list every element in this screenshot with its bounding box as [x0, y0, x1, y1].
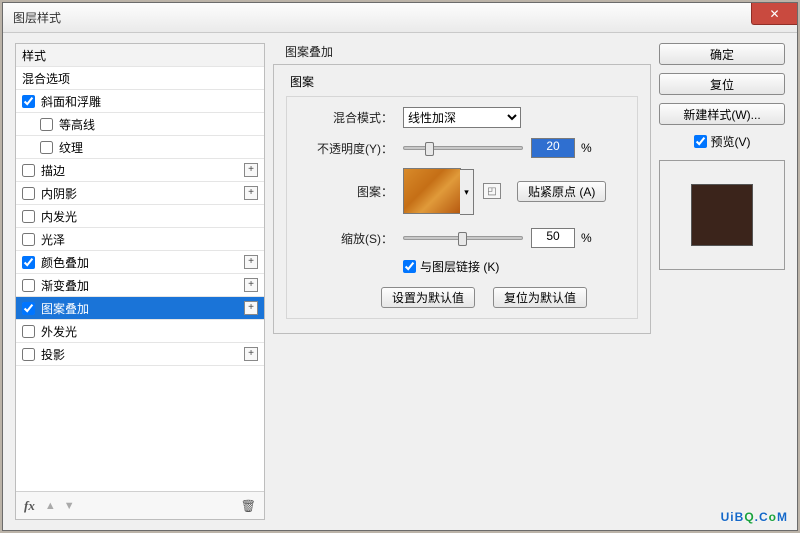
default-buttons-row: 设置为默认值 复位为默认值 — [381, 287, 623, 308]
scale-input[interactable]: 50 — [531, 228, 575, 248]
preview-swatch — [691, 184, 753, 246]
opacity-slider-thumb[interactable] — [425, 142, 434, 156]
dialog-window: 图层样式 ✕ 样式 混合选项 斜面和浮雕 等高线 — [2, 2, 798, 531]
blend-mode-label: 混合模式： — [301, 109, 393, 126]
close-button[interactable]: ✕ — [751, 3, 797, 25]
style-stroke-checkbox[interactable] — [22, 164, 35, 177]
pattern-settings: 混合模式： 线性加深 不透明度(Y)： 20 % — [286, 96, 638, 319]
opacity-slider[interactable] — [403, 146, 523, 150]
styles-footer: fx ▲ ▼ 🗑 — [16, 491, 264, 519]
pattern-overlay-panel: 图案 混合模式： 线性加深 不透明度(Y)： 20 % — [273, 64, 651, 334]
close-icon: ✕ — [769, 7, 779, 21]
scale-slider[interactable] — [403, 236, 523, 240]
styles-sidebar: 样式 混合选项 斜面和浮雕 等高线 纹理 — [15, 43, 265, 520]
ok-button[interactable]: 确定 — [659, 43, 785, 65]
watermark: UiBQ.CoM — [721, 501, 788, 527]
style-contour[interactable]: 等高线 — [16, 113, 264, 136]
opacity-unit: % — [581, 141, 592, 155]
style-bevel[interactable]: 斜面和浮雕 — [16, 90, 264, 113]
add-color-overlay-icon[interactable]: + — [244, 255, 258, 269]
preview-checkbox[interactable] — [694, 135, 707, 148]
preview-row: 预览(V) — [659, 133, 785, 150]
titlebar[interactable]: 图层样式 ✕ — [3, 3, 797, 33]
settings-panel: 图案叠加 图案 混合模式： 线性加深 不透明度(Y)： — [265, 33, 659, 530]
style-texture-checkbox[interactable] — [40, 141, 53, 154]
set-default-button[interactable]: 设置为默认值 — [381, 287, 475, 308]
right-panel: 确定 复位 新建样式(W)... 预览(V) — [659, 33, 797, 530]
add-stroke-icon[interactable]: + — [244, 163, 258, 177]
add-inner-shadow-icon[interactable]: + — [244, 186, 258, 200]
new-style-button[interactable]: 新建样式(W)... — [659, 103, 785, 125]
style-satin[interactable]: 光泽 — [16, 228, 264, 251]
style-inner-glow[interactable]: 内发光 — [16, 205, 264, 228]
scale-slider-thumb[interactable] — [458, 232, 467, 246]
blending-options-row[interactable]: 混合选项 — [16, 67, 264, 90]
pattern-swatch[interactable]: ▾ — [403, 168, 461, 214]
style-texture[interactable]: 纹理 — [16, 136, 264, 159]
blend-mode-select[interactable]: 线性加深 — [403, 107, 521, 128]
style-drop-shadow-checkbox[interactable] — [22, 348, 35, 361]
arrow-down-icon[interactable]: ▼ — [64, 500, 75, 512]
snap-origin-button[interactable]: 贴紧原点 (A) — [517, 181, 606, 202]
style-pattern-overlay[interactable]: 图案叠加 + — [16, 297, 264, 320]
style-color-overlay-checkbox[interactable] — [22, 256, 35, 269]
style-inner-shadow-checkbox[interactable] — [22, 187, 35, 200]
new-preset-icon[interactable]: ◰ — [483, 183, 501, 199]
styles-header[interactable]: 样式 — [16, 44, 264, 67]
scale-unit: % — [581, 231, 592, 245]
link-with-layer-checkbox[interactable] — [403, 260, 416, 273]
group-title: 图案叠加 — [285, 43, 651, 60]
preview-box — [659, 160, 785, 270]
opacity-label: 不透明度(Y)： — [301, 140, 393, 157]
trash-icon[interactable]: 🗑 — [241, 499, 256, 513]
link-row: 与图层链接 (K) — [403, 258, 623, 275]
reset-button[interactable]: 复位 — [659, 73, 785, 95]
window-title: 图层样式 — [13, 9, 61, 26]
opacity-input[interactable]: 20 — [531, 138, 575, 158]
reset-default-button[interactable]: 复位为默认值 — [493, 287, 587, 308]
opacity-row: 不透明度(Y)： 20 % — [301, 138, 623, 158]
pattern-row: 图案： ▾ ◰ 贴紧原点 (A) — [301, 168, 623, 214]
dialog-content: 样式 混合选项 斜面和浮雕 等高线 纹理 — [3, 33, 797, 530]
style-inner-shadow[interactable]: 内阴影 + — [16, 182, 264, 205]
style-gradient-overlay[interactable]: 渐变叠加 + — [16, 274, 264, 297]
style-contour-checkbox[interactable] — [40, 118, 53, 131]
styles-list: 样式 混合选项 斜面和浮雕 等高线 纹理 — [16, 44, 264, 491]
arrow-up-icon[interactable]: ▲ — [45, 500, 56, 512]
style-gradient-overlay-checkbox[interactable] — [22, 279, 35, 292]
style-bevel-checkbox[interactable] — [22, 95, 35, 108]
add-drop-shadow-icon[interactable]: + — [244, 347, 258, 361]
fx-icon[interactable]: fx — [24, 498, 35, 514]
style-stroke[interactable]: 描边 + — [16, 159, 264, 182]
add-gradient-overlay-icon[interactable]: + — [244, 278, 258, 292]
sub-title: 图案 — [290, 73, 638, 90]
add-pattern-overlay-icon[interactable]: + — [244, 301, 258, 315]
preview-label: 预览(V) — [711, 133, 751, 150]
style-inner-glow-checkbox[interactable] — [22, 210, 35, 223]
scale-row: 缩放(S)： 50 % — [301, 228, 623, 248]
style-outer-glow[interactable]: 外发光 — [16, 320, 264, 343]
scale-label: 缩放(S)： — [301, 230, 393, 247]
style-satin-checkbox[interactable] — [22, 233, 35, 246]
pattern-label: 图案： — [301, 183, 393, 200]
style-drop-shadow[interactable]: 投影 + — [16, 343, 264, 366]
style-color-overlay[interactable]: 颜色叠加 + — [16, 251, 264, 274]
pattern-dropdown-icon[interactable]: ▾ — [460, 169, 474, 215]
style-pattern-overlay-checkbox[interactable] — [22, 302, 35, 315]
style-outer-glow-checkbox[interactable] — [22, 325, 35, 338]
blend-mode-row: 混合模式： 线性加深 — [301, 107, 623, 128]
link-label: 与图层链接 (K) — [420, 258, 499, 275]
